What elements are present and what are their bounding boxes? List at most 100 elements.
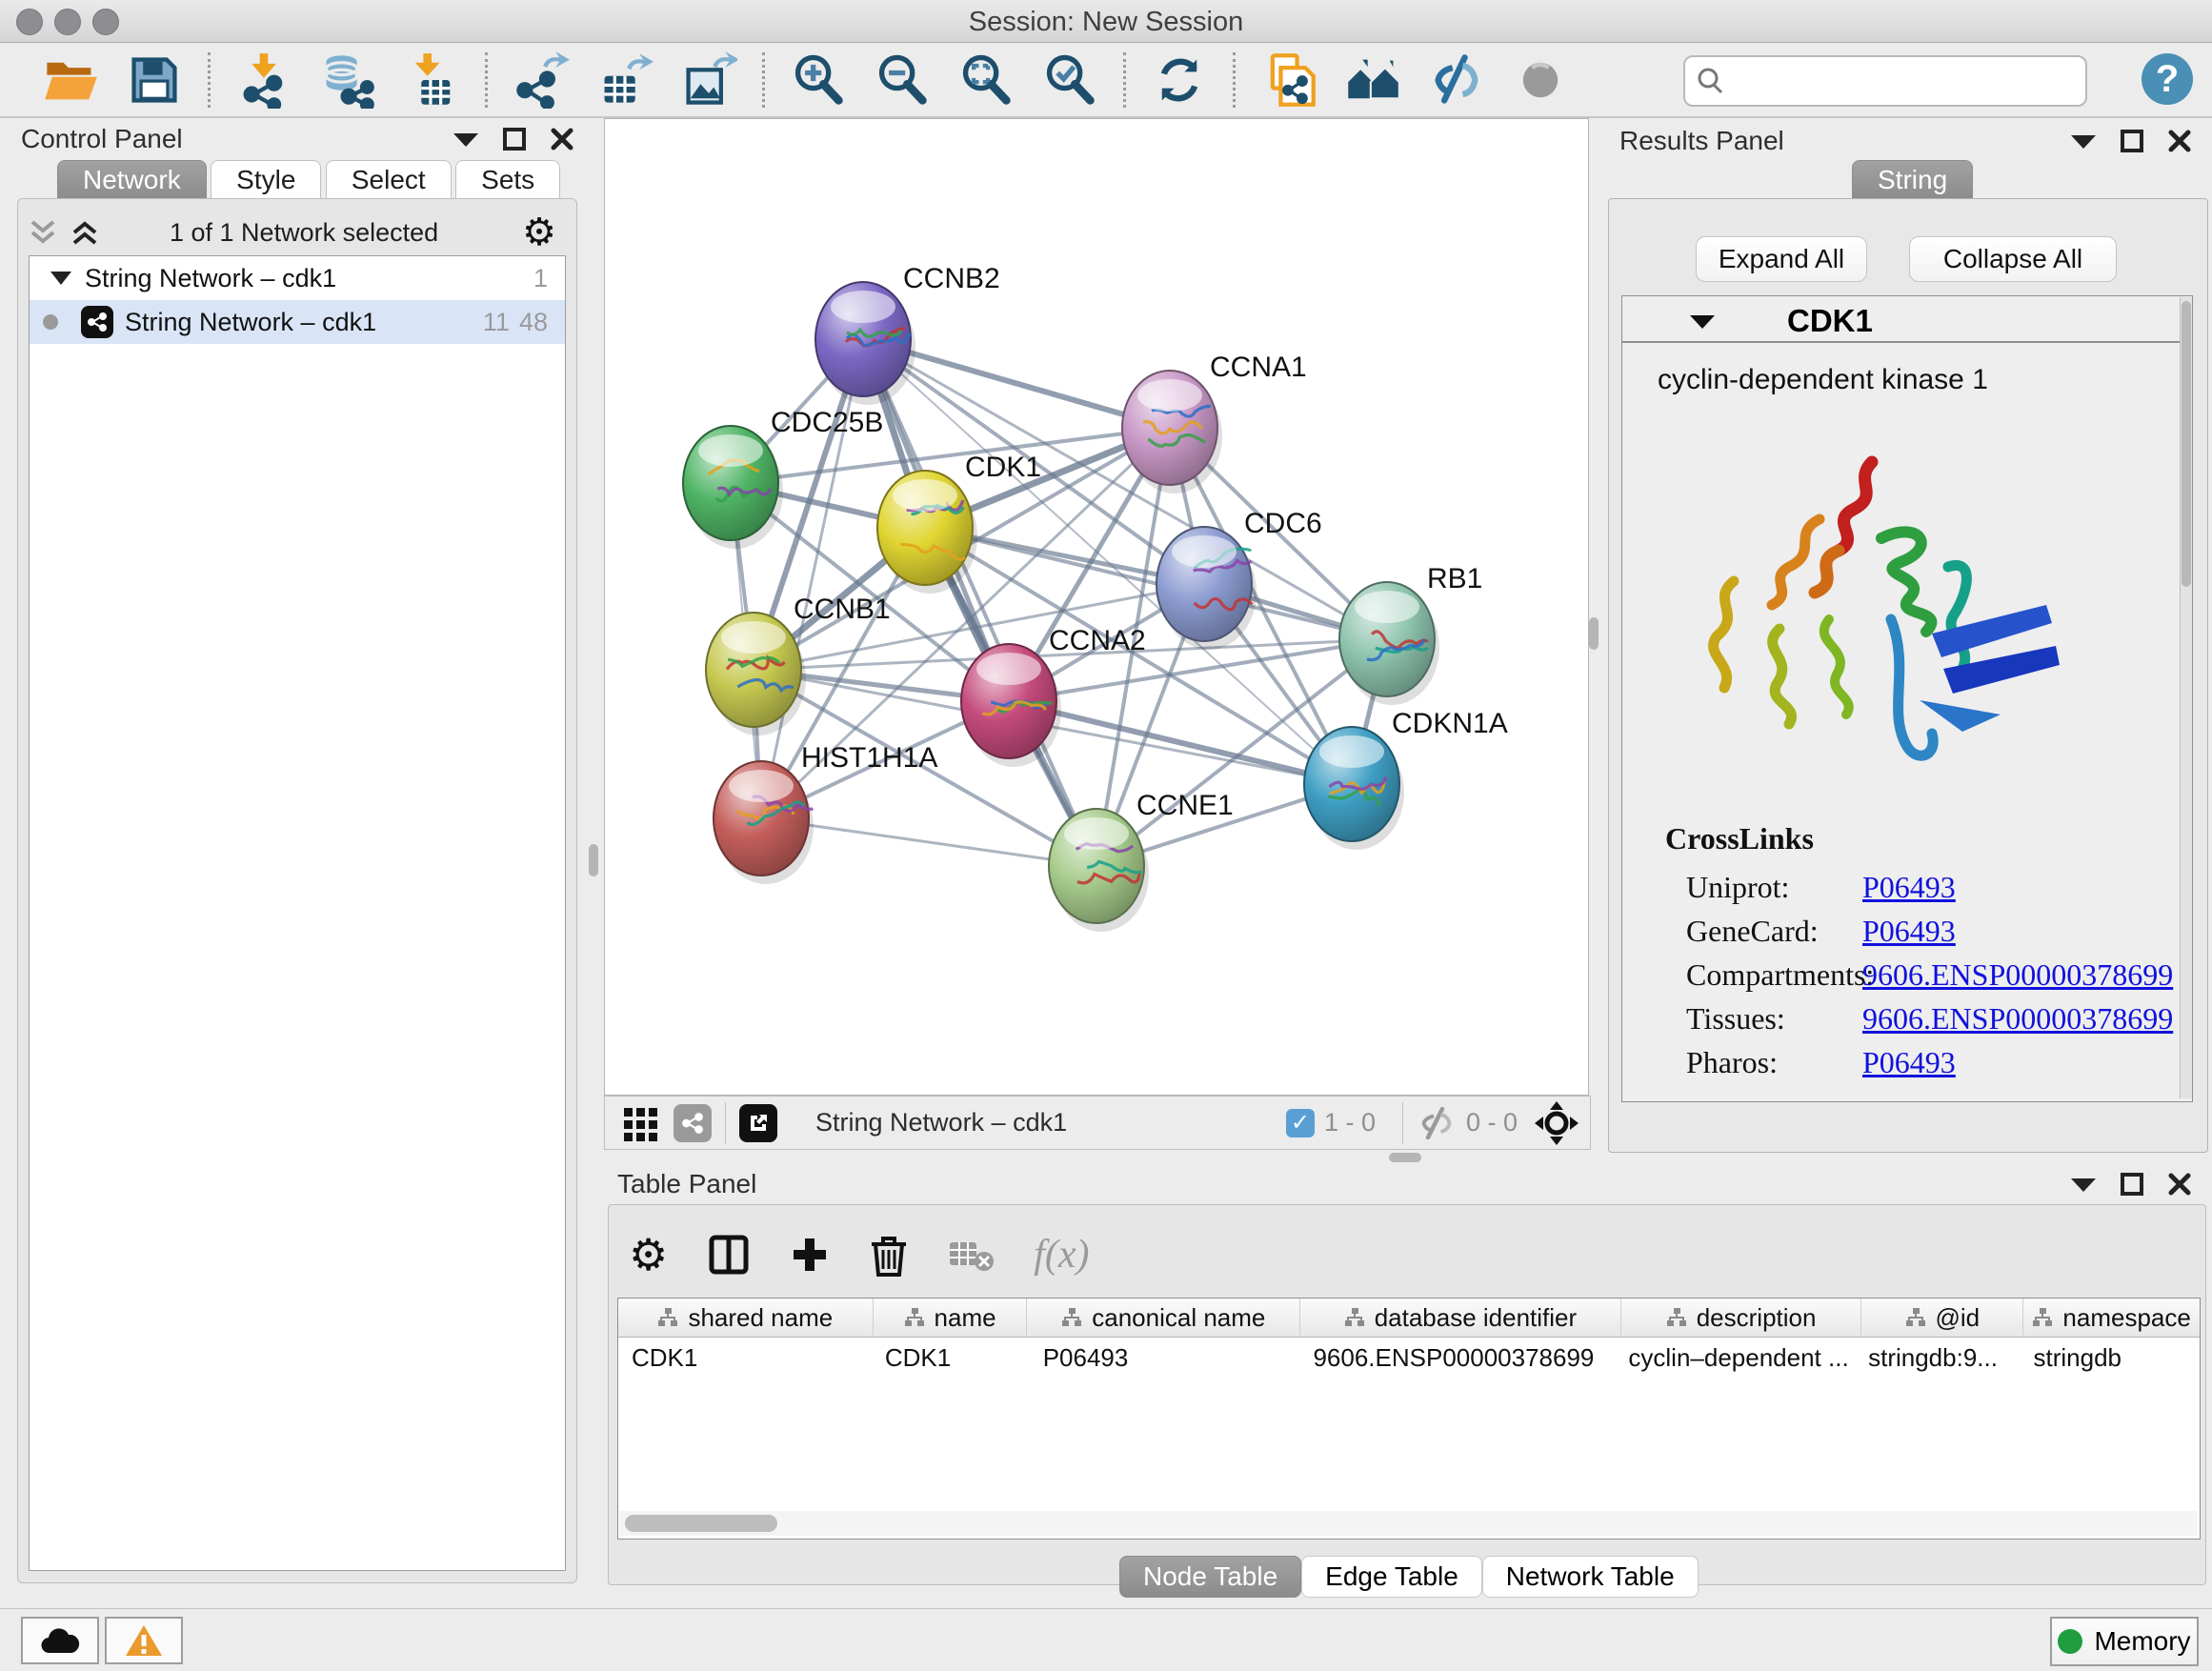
hide-selected-icon[interactable] [1428,51,1485,109]
string-view-icon[interactable] [674,1104,712,1142]
function-builder-icon: f(x) [1034,1232,1089,1278]
tab-select[interactable]: Select [326,160,452,200]
zoom-selected-icon[interactable] [1041,51,1098,109]
column-header[interactable]: canonical name [1027,1299,1300,1337]
tree-expander-icon[interactable] [50,272,71,285]
column-header[interactable]: namespace [2023,1299,2200,1337]
clone-network-icon[interactable] [1260,51,1317,109]
tab-string[interactable]: String [1852,160,1973,200]
protein-description: cyclin-dependent kinase 1 [1658,364,1988,396]
application-window: Session: New Session ? Control Panel [0,0,2212,1671]
network-node-CDC6: CDC6 [1156,508,1322,650]
svg-text:HIST1H1A: HIST1H1A [801,742,937,774]
save-session-icon[interactable] [126,51,183,109]
export-table-icon[interactable] [596,51,654,109]
uniprot-link[interactable]: P06493 [1862,870,1956,905]
export-image-icon[interactable] [680,51,737,109]
zoom-in-icon[interactable] [790,51,847,109]
show-columns-icon[interactable] [708,1234,750,1276]
results-menu-icon[interactable] [2071,133,2096,149]
genecard-link[interactable]: P06493 [1862,914,1956,949]
svg-text:CCNA2: CCNA2 [1049,625,1146,656]
open-in-browser-icon[interactable] [739,1104,777,1142]
birds-eye-grid-icon[interactable] [622,1104,660,1142]
tab-node-table[interactable]: Node Table [1119,1556,1301,1598]
network-label: String Network – cdk1 [125,308,376,337]
panel-close-icon[interactable] [551,128,573,151]
right-splitter-handle[interactable] [1589,617,1599,650]
network-collection-count: 1 [533,264,548,293]
selected-nodes-checkbox-icon[interactable]: ✓ [1286,1109,1315,1137]
bottom-splitter-handle[interactable] [1389,1153,1421,1162]
memory-label: Memory [2094,1626,2190,1657]
crosslink-label: Uniprot: [1686,870,1862,905]
collapse-all-icon[interactable] [29,220,57,245]
tab-network-table[interactable]: Network Table [1482,1556,1699,1598]
compartments-link[interactable]: 9606.ENSP00000378699 [1862,957,2173,993]
column-header[interactable]: name [874,1299,1028,1337]
import-network-file-icon[interactable] [235,51,292,109]
svg-text:CDC6: CDC6 [1244,508,1322,539]
table-row[interactable]: CDK1 CDK1 P06493 9606.ENSP00000378699 cy… [618,1338,2200,1378]
network-options-gear-icon[interactable]: ⚙ [522,211,556,254]
results-close-icon[interactable] [2168,130,2191,152]
pharos-link[interactable]: P06493 [1862,1045,1956,1080]
svg-text:CCNA1: CCNA1 [1210,352,1307,383]
eye-icon[interactable] [1512,51,1569,109]
hidden-eye-icon [1417,1107,1457,1139]
network-view-toolbar: String Network – cdk1 ✓ 1 - 0 0 - 0 [604,1096,1591,1150]
selected-counts: 1 - 0 [1324,1108,1376,1137]
network-row[interactable]: String Network – cdk1 11 48 [30,300,565,344]
table-float-icon[interactable] [2121,1173,2143,1196]
add-column-icon[interactable] [790,1235,830,1275]
help-button[interactable]: ? [2142,53,2193,105]
zoom-fit-icon[interactable] [957,51,1015,109]
tissues-link[interactable]: 9606.ENSP00000378699 [1862,1001,2173,1037]
results-float-icon[interactable] [2121,130,2143,152]
results-vertical-scrollbar[interactable] [2180,297,2192,1098]
network-canvas[interactable]: CCNB2CCNA1CDC25BCDK1CDC6RB1CCNB1CCNA2CDK… [604,118,1589,1096]
navigator-crosshair-icon[interactable] [1535,1101,1579,1145]
table-horizontal-scrollbar[interactable] [619,1511,2197,1536]
apply-layout-icon[interactable] [1151,51,1208,109]
search-input[interactable] [1737,66,2085,97]
memory-button[interactable]: Memory [2050,1617,2199,1666]
crosslinks-heading: CrossLinks [1665,821,2180,856]
tab-style[interactable]: Style [211,160,321,200]
panel-menu-icon[interactable] [453,131,478,147]
panel-float-icon[interactable] [503,128,526,151]
tab-edge-table[interactable]: Edge Table [1301,1556,1482,1598]
protein-collapse-icon[interactable] [1690,313,1715,329]
column-header[interactable]: @id [1861,1299,2023,1337]
tab-network[interactable]: Network [57,160,207,200]
svg-text:CDC25B: CDC25B [771,407,883,438]
export-network-icon[interactable] [513,51,570,109]
expand-all-icon[interactable] [70,220,99,245]
show-all-houses-icon[interactable] [1344,51,1401,109]
collapse-all-button[interactable]: Collapse All [1909,236,2117,282]
open-file-icon[interactable] [42,51,99,109]
title-bar: Session: New Session [0,0,2212,43]
network-node-count: 11 [483,308,510,337]
left-splitter-handle[interactable] [589,844,598,876]
network-collection-row[interactable]: String Network – cdk1 1 [30,256,565,300]
zoom-out-icon[interactable] [874,51,931,109]
column-header[interactable]: shared name [618,1299,874,1337]
column-header[interactable]: database identifier [1300,1299,1621,1337]
table-options-gear-icon[interactable]: ⚙ [629,1229,668,1280]
cloud-status-button[interactable] [21,1617,99,1664]
svg-text:CCNB1: CCNB1 [794,594,891,625]
delete-column-icon[interactable] [870,1233,908,1277]
tab-sets[interactable]: Sets [455,160,560,200]
import-network-database-icon[interactable] [319,51,376,109]
cloud-icon [40,1626,80,1655]
column-header[interactable]: description [1621,1299,1862,1337]
expand-all-button[interactable]: Expand All [1696,236,1867,282]
protein-name: CDK1 [1787,303,1873,339]
network-node-RB1: RB1 [1339,563,1482,705]
import-table-icon[interactable] [403,51,460,109]
svg-text:CDK1: CDK1 [965,452,1041,483]
table-menu-icon[interactable] [2071,1177,2096,1192]
table-close-icon[interactable] [2168,1173,2191,1196]
warning-status-button[interactable] [105,1617,183,1664]
